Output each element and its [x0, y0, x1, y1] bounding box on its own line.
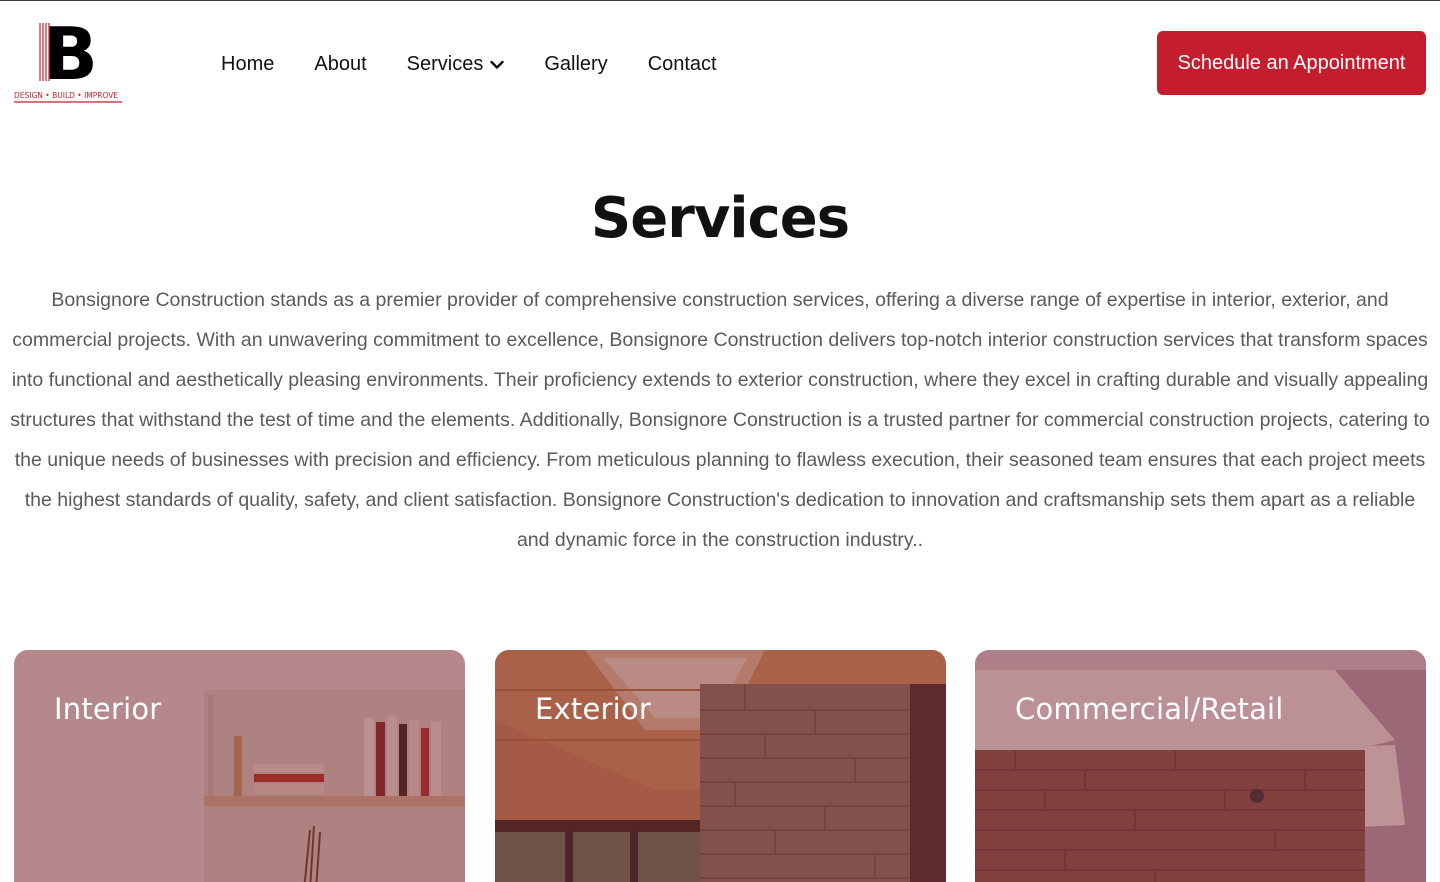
nav-services-label: Services: [406, 52, 484, 75]
nav-about-label: About: [314, 52, 367, 75]
nav-home-label: Home: [221, 52, 275, 75]
card-title-commercial-retail: Commercial/Retail: [1015, 692, 1284, 726]
nav-gallery-label: Gallery: [544, 52, 608, 75]
site-header: B DESIGN • BUILD • IMPROVE Home About Se…: [0, 1, 1440, 121]
card-title-interior: Interior: [54, 692, 162, 726]
card-overlay: [975, 650, 1426, 882]
nav-home[interactable]: Home: [221, 53, 274, 76]
logo-tagline: DESIGN • BUILD • IMPROVE: [14, 91, 118, 100]
nav-services[interactable]: Services: [407, 53, 505, 76]
services-intro-text: Bonsignore Construction stands as a prem…: [10, 289, 1430, 551]
nav-about[interactable]: About: [314, 53, 366, 76]
service-card-exterior[interactable]: Exterior: [495, 650, 946, 882]
chevron-down-icon: [490, 53, 505, 76]
brand-logo[interactable]: B DESIGN • BUILD • IMPROVE: [12, 19, 124, 105]
service-card-interior[interactable]: Interior: [14, 650, 465, 882]
nav-contact-label: Contact: [647, 52, 717, 75]
logo-letter: B: [43, 19, 98, 96]
card-overlay: [495, 650, 946, 882]
nav-gallery[interactable]: Gallery: [544, 53, 607, 76]
page-title: Services: [590, 186, 850, 251]
nav-contact[interactable]: Contact: [648, 53, 717, 76]
card-title-exterior: Exterior: [535, 692, 651, 726]
schedule-appointment-button[interactable]: Schedule an Appointment: [1157, 31, 1426, 95]
card-overlay: [14, 650, 465, 882]
main-nav: Home About Services Gallery Contact: [221, 49, 757, 79]
service-card-commercial-retail[interactable]: Commercial/Retail: [975, 650, 1426, 882]
